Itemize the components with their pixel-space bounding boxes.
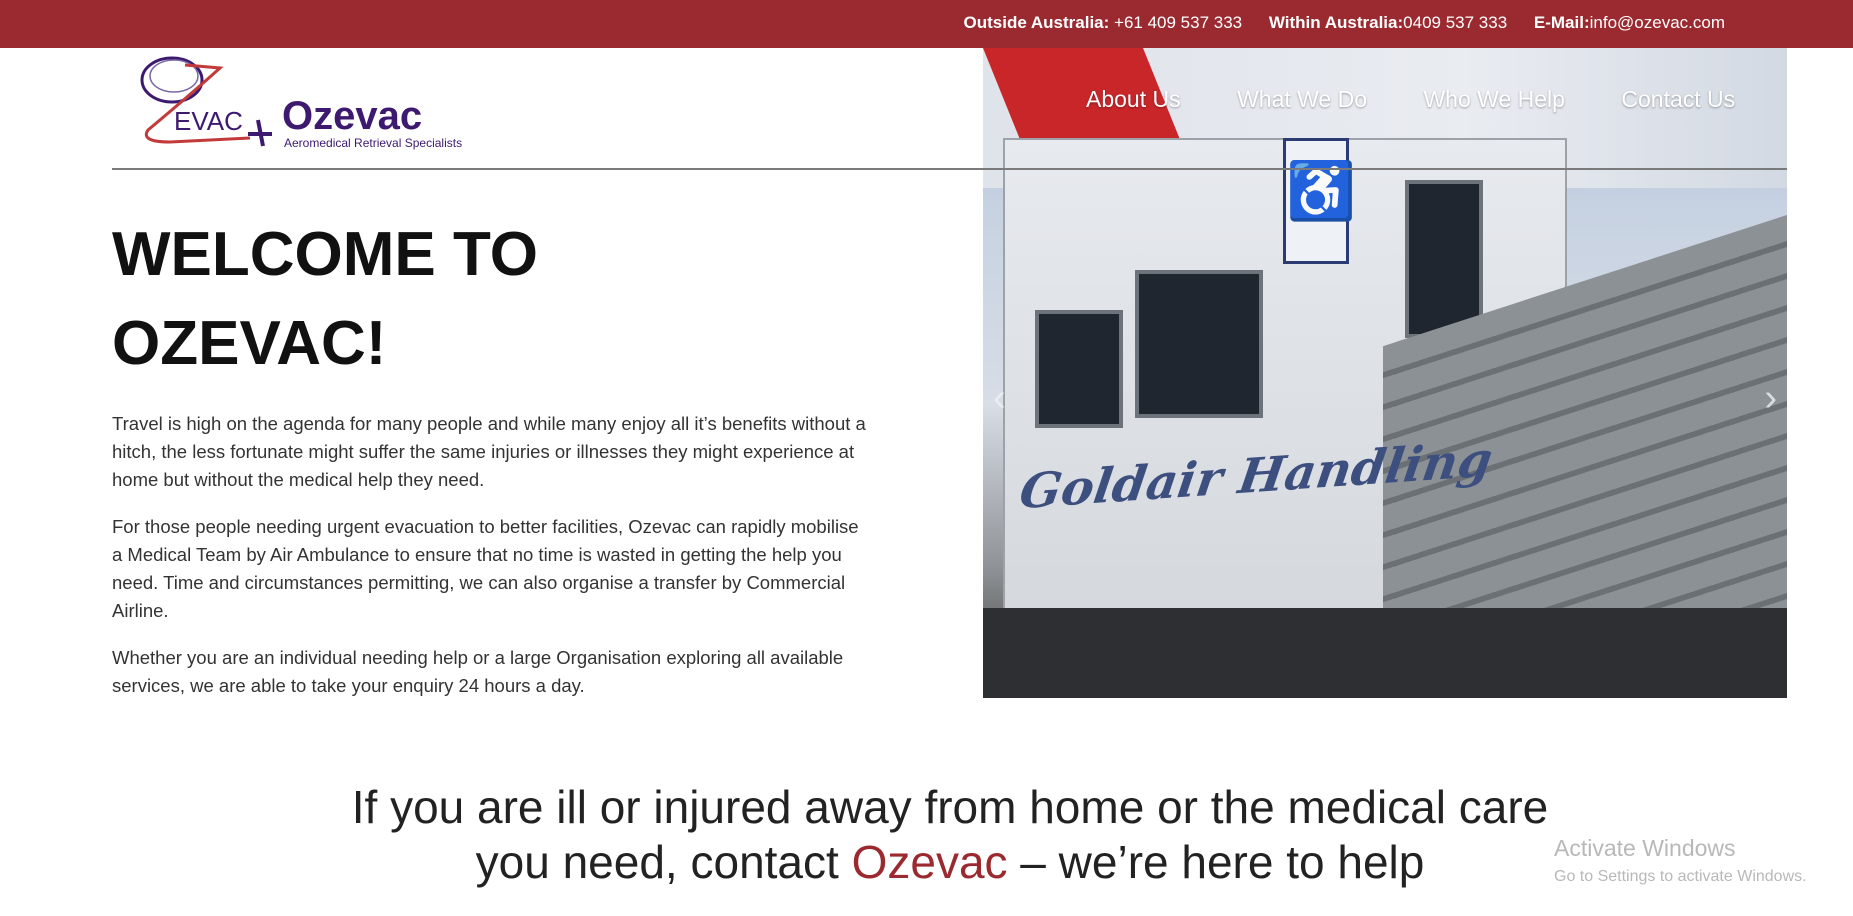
watermark-title: Activate Windows [1554, 835, 1736, 861]
intro-paragraph-2: For those people needing urgent evacuati… [112, 516, 859, 621]
carousel-next-arrow-icon[interactable]: › [1755, 378, 1777, 418]
cta-line1: If you are ill or injured away from home… [351, 781, 1549, 833]
site-logo[interactable]: EVAC Ozevac Aeromedical Retrieval Specia… [130, 50, 490, 156]
email-value: info@ozevac.com [1589, 13, 1725, 32]
welcome-heading-line2: OZEVAC! [112, 309, 387, 378]
email-contact[interactable]: E-Mail:info@ozevac.com [1534, 13, 1725, 32]
hero-carousel: ♿ Goldair Handling ‹ › [983, 48, 1787, 698]
main-navigation: About Us What We Do Who We Help Contact … [1086, 86, 1735, 113]
top-contact-bar: Outside Australia: +61 409 537 333 Withi… [0, 0, 1853, 48]
svg-text:EVAC: EVAC [174, 106, 243, 136]
wheelchair-icon: ♿ [1283, 138, 1356, 264]
within-australia-label: Within Australia: [1268, 13, 1404, 32]
ozevac-logo-mark-icon: EVAC [140, 56, 272, 147]
header-divider [112, 168, 1787, 170]
welcome-heading-line1: WELCOME TO [112, 220, 538, 289]
nav-what-we-do[interactable]: What We Do [1237, 86, 1367, 112]
truck-window [1035, 310, 1123, 428]
windows-activation-watermark: Activate Windows Go to Settings to activ… [1554, 835, 1807, 886]
nav-about-us[interactable]: About Us [1086, 86, 1181, 112]
welcome-heading: WELCOME TO OZEVAC! [112, 210, 872, 388]
outside-australia-value: +61 409 537 333 [1109, 13, 1243, 32]
truck-undercarriage [983, 608, 1787, 698]
within-australia-value: 0409 537 333 [1403, 13, 1508, 32]
within-australia-phone[interactable]: Within Australia:0409 537 333 [1269, 13, 1507, 32]
cta-brand-accent[interactable]: Ozevac [852, 836, 1008, 888]
nav-who-we-help[interactable]: Who We Help [1423, 86, 1564, 112]
carousel-prev-arrow-icon[interactable]: ‹ [993, 378, 1015, 418]
intro-paragraph-3: Whether you are an individual needing he… [112, 647, 844, 696]
truck-window [1405, 180, 1483, 338]
cta-line2-post: – we’re here to help [1007, 836, 1425, 888]
cta-line2-pre: you need, contact [475, 836, 852, 888]
outside-australia-phone[interactable]: Outside Australia: +61 409 537 333 [964, 13, 1243, 32]
intro-paragraph-1: Travel is high on the agenda for many pe… [112, 413, 866, 490]
contact-info: Outside Australia: +61 409 537 333 Withi… [942, 13, 1725, 33]
outside-australia-label: Outside Australia: [963, 13, 1110, 32]
cta-tagline: If you are ill or injured away from home… [250, 780, 1650, 890]
nav-contact-us[interactable]: Contact Us [1621, 86, 1735, 112]
watermark-subtitle: Go to Settings to activate Windows. [1554, 868, 1807, 885]
email-label: E-Mail: [1533, 13, 1590, 32]
truck-window [1135, 270, 1263, 418]
brand-name: Ozevac [282, 94, 423, 138]
brand-tagline: Aeromedical Retrieval Specialists [284, 136, 463, 150]
